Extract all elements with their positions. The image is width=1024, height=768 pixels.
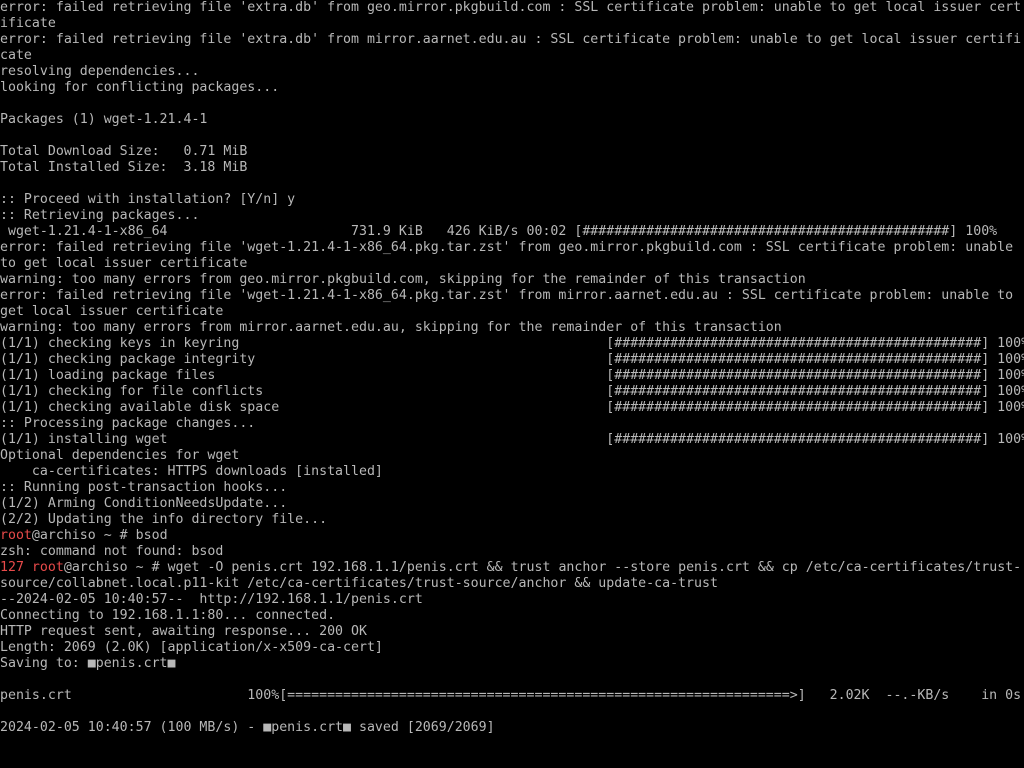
- terminal-line: resolving dependencies...: [0, 64, 200, 79]
- terminal-line: warning: too many errors from geo.mirror…: [0, 272, 806, 287]
- terminal-line: ca-certificates: HTTPS downloads [instal…: [0, 464, 383, 479]
- terminal-line: looking for conflicting packages...: [0, 80, 280, 95]
- prompt-user: root: [0, 528, 32, 543]
- terminal-line: Length: 2069 (2.0K) [application/x-x509-…: [0, 640, 383, 655]
- terminal-line: :: Running post-transaction hooks...: [0, 480, 288, 495]
- prompt-command: bsod: [135, 528, 168, 543]
- terminal-line: 2024-02-05 10:40:57 (100 MB/s) - ■penis.…: [0, 720, 495, 735]
- terminal-line: Packages (1) wget-1.21.4-1: [0, 112, 208, 127]
- terminal-line: get local issuer certificate: [0, 304, 224, 319]
- prompt-command: wget -O penis.crt 192.168.1.1/penis.crt …: [167, 560, 1022, 575]
- terminal-line: (1/1) loading package files [###########…: [0, 368, 1024, 383]
- terminal-line: cate: [0, 48, 32, 63]
- terminal-line: (1/1) checking for file conflicts [#####…: [0, 384, 1024, 399]
- shell-prompt-line: root@archiso ~ # bsod: [0, 528, 168, 544]
- terminal-line: Saving to: ■penis.crt■: [0, 656, 176, 671]
- terminal-line: wget-1.21.4-1-x86_64 731.9 KiB 426 KiB/s…: [0, 224, 998, 239]
- terminal-line: (1/1) installing wget [#################…: [0, 432, 1024, 447]
- terminal-line: ificate: [0, 16, 56, 31]
- terminal-line: error: failed retrieving file 'wget-1.21…: [0, 240, 1014, 255]
- prompt-host-path: @archiso ~ #: [31, 528, 136, 543]
- terminal-line: :: Retrieving packages...: [0, 208, 200, 223]
- terminal-line: HTTP request sent, awaiting response... …: [0, 624, 367, 639]
- terminal-line: error: failed retrieving file 'wget-1.21…: [0, 288, 1014, 303]
- terminal-line: source/collabnet.local.p11-kit /etc/ca-c…: [0, 576, 718, 591]
- terminal-line: (2/2) Updating the info directory file..…: [0, 512, 328, 527]
- prompt-user: root: [31, 560, 64, 575]
- terminal-line: to get local issuer certificate: [0, 256, 248, 271]
- terminal-line: :: Proceed with installation? [Y/n] y: [0, 192, 296, 207]
- prompt-exit-code: 127: [0, 560, 24, 575]
- terminal-line: error: failed retrieving file 'extra.db'…: [0, 32, 1022, 47]
- shell-prompt-line: 127 root@archiso ~ # wget -O penis.crt 1…: [0, 560, 1021, 576]
- terminal-line: :: Processing package changes...: [0, 416, 256, 431]
- terminal-line: --2024-02-05 10:40:57-- http://192.168.1…: [0, 592, 423, 607]
- terminal-line: (1/1) checking available disk space [###…: [0, 400, 1024, 415]
- terminal-line: penis.crt 100%[=========================…: [0, 688, 1022, 703]
- terminal-line: Optional dependencies for wget: [0, 448, 240, 463]
- terminal-line: zsh: command not found: bsod: [0, 544, 224, 559]
- terminal-line: Total Installed Size: 3.18 MiB: [0, 160, 248, 175]
- prompt-host-path: @archiso ~ #: [63, 560, 168, 575]
- terminal-line: Connecting to 192.168.1.1:80... connecte…: [0, 608, 336, 623]
- terminal-line: (1/1) checking keys in keyring [########…: [0, 336, 1024, 351]
- terminal-line: (1/2) Arming ConditionNeedsUpdate...: [0, 496, 288, 511]
- terminal-console[interactable]: error: failed retrieving file 'extra.db'…: [0, 0, 1024, 768]
- terminal-line: warning: too many errors from mirror.aar…: [0, 320, 782, 335]
- terminal-line: (1/1) checking package integrity [######…: [0, 352, 1024, 367]
- terminal-line: error: failed retrieving file 'extra.db'…: [0, 0, 1022, 15]
- terminal-line: Total Download Size: 0.71 MiB: [0, 144, 248, 159]
